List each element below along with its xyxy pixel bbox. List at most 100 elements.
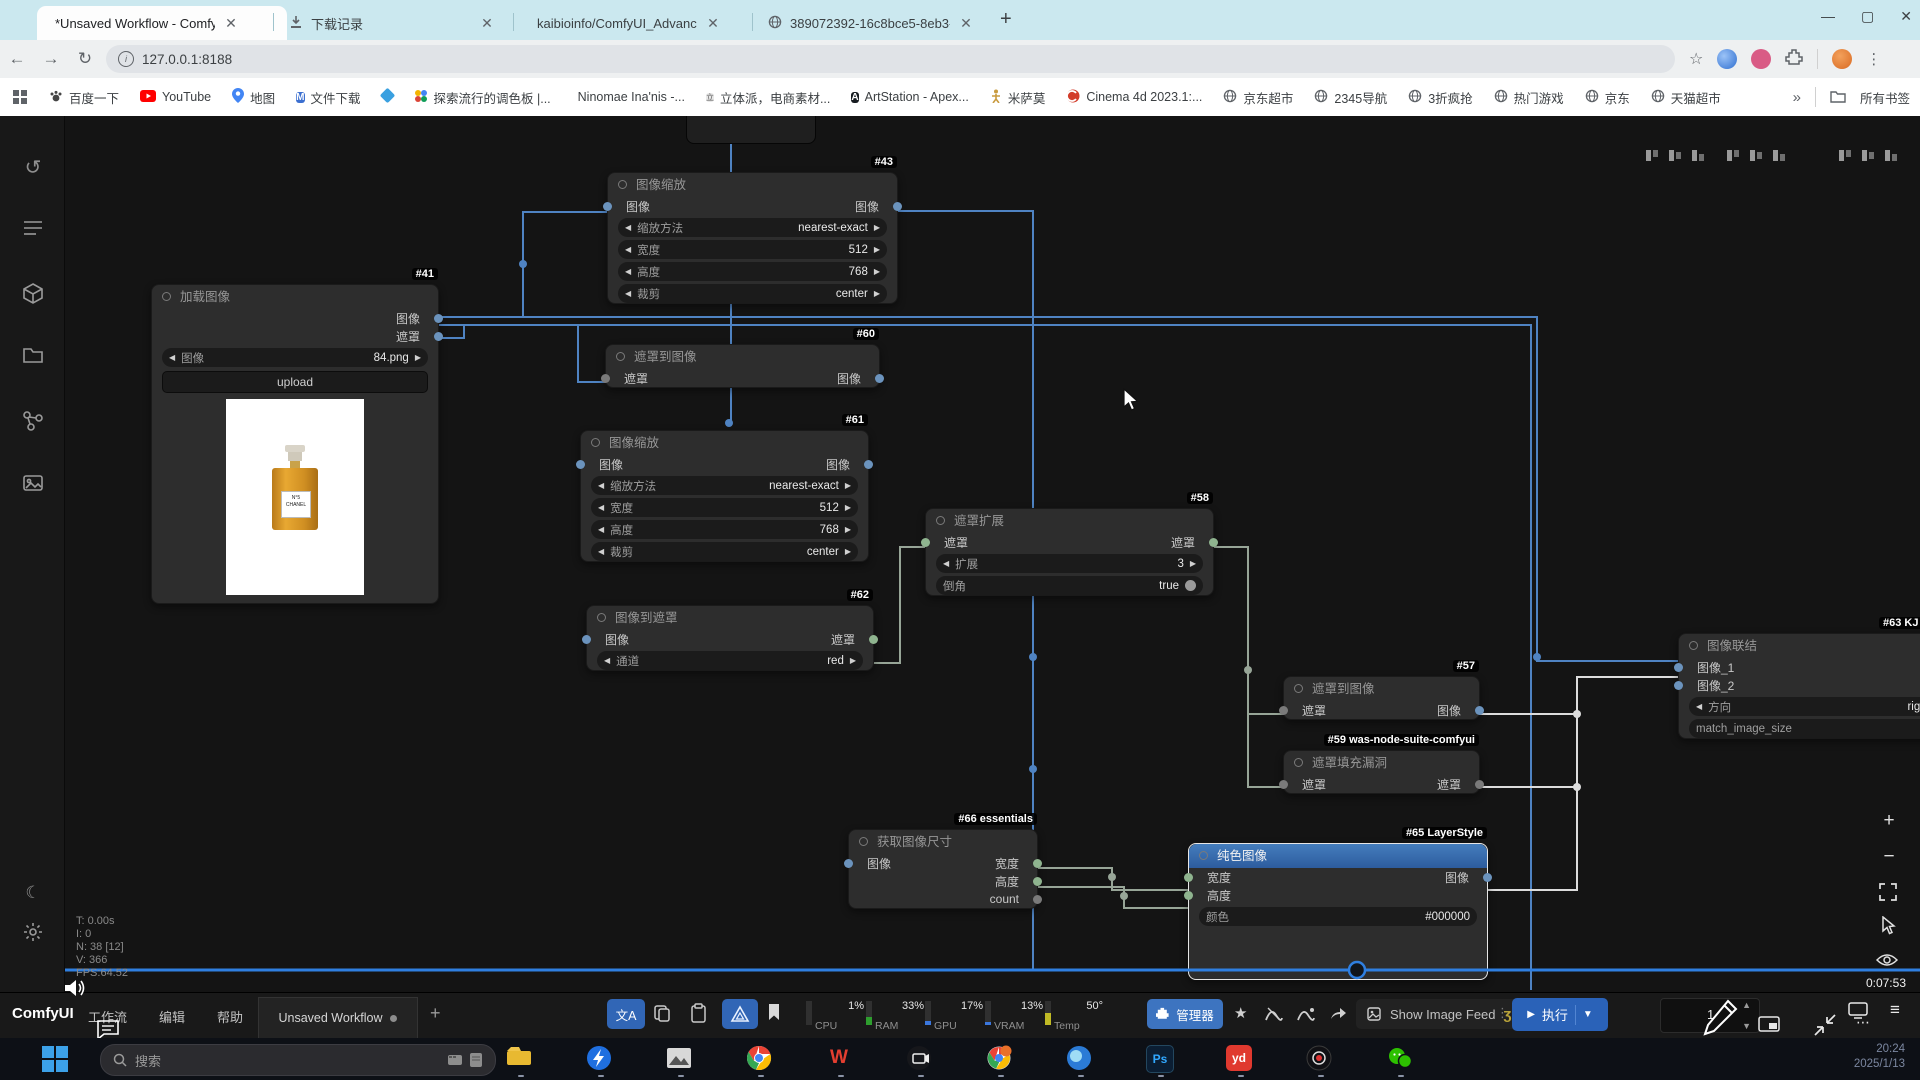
node-41[interactable]: #41加载图像图像遮罩◀图像84.png▶uploadN°5CHANEL (151, 284, 439, 604)
manager-button[interactable]: 管理器 (1147, 999, 1223, 1029)
output-slot-dot[interactable] (434, 332, 443, 341)
node-61-widget-2[interactable]: ◀高度768▶ (591, 520, 858, 539)
combo-left-arrow-icon[interactable]: ◀ (598, 498, 604, 517)
reroute-dot-5[interactable] (1244, 666, 1252, 674)
reroute-dot-8[interactable] (1573, 710, 1581, 718)
node-43-widget-2[interactable]: ◀高度768▶ (618, 262, 887, 281)
combo-right-arrow-icon[interactable]: ▶ (874, 240, 880, 259)
reroute-dot-1[interactable] (725, 419, 733, 427)
input-slot-dot[interactable] (603, 202, 612, 211)
combo-left-arrow-icon[interactable]: ◀ (598, 476, 604, 495)
input-slot-dot[interactable] (582, 635, 591, 644)
bookmark-item-8[interactable]: AArtStation - Apex... (851, 89, 968, 105)
node-63-widget-0[interactable]: ◀方向right▶ (1689, 697, 1920, 716)
clipboard-icon[interactable] (688, 1002, 708, 1029)
canvas-fit-view-button[interactable] (1878, 882, 1898, 907)
node-63[interactable]: #63 KJ图像联结图像_1图像_2◀方向right▶match_image_s… (1678, 633, 1920, 739)
node-graph-canvas[interactable]: #43图像缩放图像图像◀缩放方法nearest-exact▶◀宽度512▶◀高度… (0, 116, 1920, 992)
input-slot-dot[interactable] (1279, 780, 1288, 789)
combo-left-arrow-icon[interactable]: ◀ (625, 240, 631, 259)
canvas-minus-button[interactable]: − (1878, 846, 1900, 868)
input-slot-dot[interactable] (1184, 873, 1193, 882)
output-slot-dot[interactable] (434, 314, 443, 323)
partial-node-top[interactable] (686, 116, 816, 144)
collapse-dot-icon[interactable] (162, 292, 171, 301)
bookmark-item-4[interactable] (382, 90, 393, 104)
combo-right-arrow-icon[interactable]: ▶ (415, 348, 421, 367)
bookmark-item-10[interactable]: Cinema 4d 2023.1:... (1066, 89, 1202, 106)
node-66[interactable]: #66 essentials获取图像尺寸图像宽度高度count (848, 829, 1038, 909)
node-62-widget-0[interactable]: ◀通道red▶ (597, 651, 863, 670)
taskbar-app-obs[interactable] (1306, 1045, 1334, 1073)
output-slot-dot[interactable] (864, 460, 873, 469)
combo-left-arrow-icon[interactable]: ◀ (1696, 697, 1702, 716)
custom-icon-a[interactable] (1264, 1005, 1284, 1028)
menu-item-1[interactable]: 编辑 (159, 1007, 185, 1026)
combo-left-arrow-icon[interactable]: ◀ (943, 554, 949, 573)
profile-avatar[interactable] (1832, 49, 1852, 69)
node-65[interactable]: #65 LayerStyle纯色图像宽度图像高度颜色#000000 (1188, 843, 1488, 980)
combo-left-arrow-icon[interactable]: ◀ (625, 262, 631, 281)
combo-left-arrow-icon[interactable]: ◀ (604, 651, 610, 670)
menu-item-2[interactable]: 帮助 (217, 1007, 243, 1026)
settings-gear-icon[interactable] (20, 922, 46, 948)
taskbar-app-folder[interactable] (506, 1045, 534, 1073)
bookmark-item-7[interactable]: 立立体派，电商素材... (706, 88, 830, 107)
tab-close-icon[interactable]: ✕ (705, 15, 721, 32)
history-icon[interactable]: ↺ (20, 155, 46, 181)
workflow-tab[interactable]: Unsaved Workflow (258, 997, 418, 1039)
taskbar-app-wps[interactable]: W (826, 1045, 854, 1073)
input-slot-dot[interactable] (1184, 891, 1193, 900)
input-slot-dot[interactable] (576, 460, 585, 469)
taskbar-app-chrome-badge[interactable] (986, 1045, 1014, 1073)
star-icon[interactable]: ★ (1234, 1004, 1247, 1022)
collapse-dot-icon[interactable] (616, 352, 625, 361)
share-icon[interactable] (1328, 1004, 1348, 1027)
align-tool-icon-1[interactable] (1668, 148, 1683, 163)
combo-right-arrow-icon[interactable]: ▶ (874, 284, 880, 303)
combo-right-arrow-icon[interactable]: ▶ (845, 542, 851, 561)
node-60[interactable]: #60遮罩到图像遮罩图像 (605, 344, 880, 388)
reroute-dot-6[interactable] (1108, 873, 1116, 881)
node-43[interactable]: #43图像缩放图像图像◀缩放方法nearest-exact▶◀宽度512▶◀高度… (607, 172, 898, 304)
node-61[interactable]: #61图像缩放图像图像◀缩放方法nearest-exact▶◀宽度512▶◀高度… (580, 430, 869, 562)
toggle-knob[interactable] (1185, 580, 1196, 591)
all-bookmarks-label[interactable]: 所有书签 (1860, 88, 1910, 107)
bookmark-item-13[interactable]: 3折疯抢 (1408, 88, 1472, 107)
collapse-dot-icon[interactable] (859, 837, 868, 846)
theme-moon-icon[interactable]: ☾ (20, 880, 46, 906)
forward-button[interactable]: → (34, 49, 68, 69)
reroute-dot-7[interactable] (1120, 892, 1128, 900)
logo-triangle-button[interactable] (722, 999, 758, 1029)
bookmark-tab-icon[interactable] (766, 1002, 782, 1027)
node-63-widget-1[interactable]: match_image_sizetrue (1689, 719, 1920, 738)
collapse-dot-icon[interactable] (936, 516, 945, 525)
hamburger-menu-icon[interactable]: ≡ (1890, 1000, 1900, 1020)
output-slot-dot[interactable] (1033, 859, 1042, 868)
bookmark-item-14[interactable]: 热门游戏 (1494, 88, 1564, 107)
node-41-widget-0[interactable]: ◀图像84.png▶ (162, 348, 428, 367)
pip-icon[interactable] (1758, 1016, 1780, 1032)
collapse-dot-icon[interactable] (1294, 684, 1303, 693)
node-58-widget-0[interactable]: ◀扩展3▶ (936, 554, 1203, 573)
collapse-dot-icon[interactable] (597, 613, 606, 622)
bookmark-item-1[interactable]: YouTube (140, 90, 211, 105)
taskbar-search[interactable]: 搜索 (100, 1044, 496, 1076)
align-tool-icon-4[interactable] (1749, 148, 1764, 163)
browser-tab-1[interactable]: 下载记录✕ (279, 6, 525, 40)
node-43-widget-1[interactable]: ◀宽度512▶ (618, 240, 887, 259)
reroute-dot-9[interactable] (1573, 783, 1581, 791)
output-slot-dot[interactable] (1033, 877, 1042, 886)
model-box-icon[interactable] (20, 282, 46, 308)
copy-icon[interactable] (652, 1003, 672, 1028)
taskbar-app-photoshop[interactable]: Ps (1146, 1045, 1174, 1073)
comfy-logo[interactable]: ComfyUI (12, 1005, 74, 1022)
bookmark-item-15[interactable]: 京东 (1585, 88, 1630, 107)
reroute-dot-4[interactable] (1533, 653, 1541, 661)
notes-shortcut-icon[interactable] (469, 1052, 483, 1068)
folder-icon[interactable] (20, 346, 46, 372)
node-43-widget-0[interactable]: ◀缩放方法nearest-exact▶ (618, 218, 887, 237)
input-slot-dot[interactable] (1279, 706, 1288, 715)
combo-right-arrow-icon[interactable]: ▶ (874, 262, 880, 281)
combo-right-arrow-icon[interactable]: ▶ (845, 476, 851, 495)
